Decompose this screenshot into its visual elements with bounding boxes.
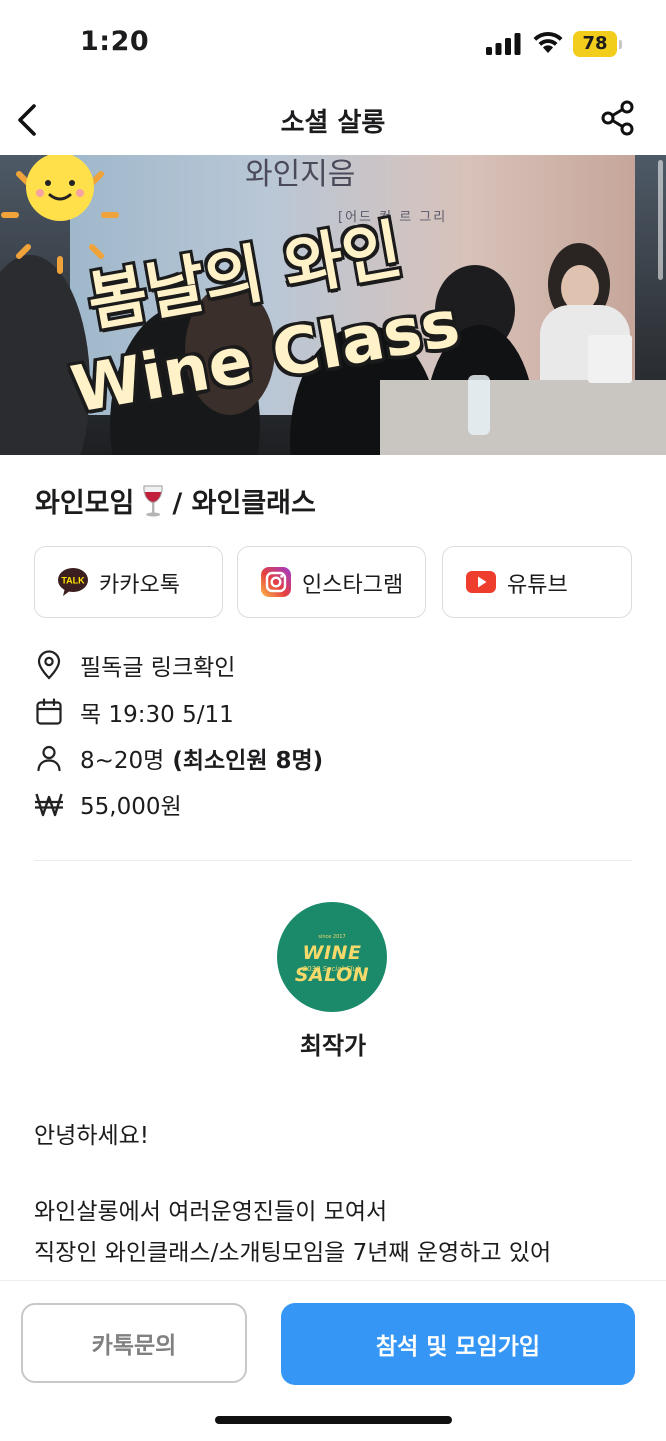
datetime-row: 목 19:30 5/11 — [34, 692, 234, 732]
instagram-icon — [261, 567, 291, 597]
youtube-button[interactable]: 유튜브 — [442, 546, 632, 618]
host-name[interactable]: 최작가 — [0, 1026, 666, 1061]
group-title-text: 와인모임 — [35, 488, 135, 519]
kakaotalk-icon: TALK — [58, 568, 88, 596]
share-icon[interactable] — [598, 98, 638, 138]
wine-glass-icon — [143, 485, 163, 516]
join-button[interactable]: 참석 및 모임가입 — [281, 1303, 635, 1385]
location-pin-icon — [37, 650, 61, 680]
host-avatar[interactable]: since 2017 WINE SALON 2030 Social Club — [277, 902, 387, 1012]
scroll-indicator — [658, 160, 663, 280]
capacity-note: (최소인원 8명) — [172, 748, 324, 774]
calendar-icon — [36, 698, 62, 725]
screen-text: 와인지음 — [245, 157, 356, 192]
kakao-inquiry-button[interactable]: 카톡문의 — [21, 1303, 247, 1383]
group-title-suffix: / 와인클래스 — [172, 488, 316, 519]
battery-cap — [619, 40, 622, 49]
youtube-label: 유튜브 — [507, 573, 568, 598]
battery-icon: 78 — [573, 31, 623, 57]
location-row: 필독글 링크확인 — [34, 645, 235, 685]
water-bottle — [468, 375, 490, 435]
kakaotalk-button[interactable]: TALK 카카오톡 — [34, 546, 223, 618]
price-text: 55,000원 — [80, 794, 182, 820]
table — [380, 380, 666, 455]
description-line: 와인살롱에서 여러운영진들이 모여서 — [34, 1199, 388, 1225]
youtube-icon — [466, 571, 496, 593]
signal-icon — [486, 33, 521, 55]
kakaotalk-label: 카카오톡 — [99, 573, 180, 598]
datetime-text: 목 19:30 5/11 — [80, 702, 234, 728]
hero-image[interactable]: 와인지음 [어드 컨 르 그리 봄날의 와인 Wine Class — [0, 155, 666, 455]
group-title: 와인모임 / 와인클래스 — [35, 481, 316, 520]
svg-text:TALK: TALK — [61, 576, 85, 586]
instagram-label: 인스타그램 — [302, 573, 404, 598]
status-bar: 1:20 78 — [0, 0, 666, 90]
won-icon — [35, 793, 63, 817]
person-icon — [37, 745, 61, 772]
host-logo-text: WINE SALON — [294, 942, 370, 986]
wifi-icon — [533, 31, 563, 53]
home-indicator[interactable] — [215, 1416, 452, 1424]
top-nav: 소셜 살롱 — [0, 90, 666, 154]
capacity-text: 8~20명 — [80, 748, 165, 774]
laptop — [588, 335, 632, 383]
social-links: TALK 카카오톡 인스타그램 유튜브 — [34, 546, 632, 618]
description-line: 안녕하세요! — [34, 1123, 150, 1149]
divider — [34, 860, 632, 861]
capacity-row: 8~20명 (최소인원 8명) — [34, 738, 323, 778]
status-time: 1:20 — [80, 26, 150, 57]
battery-level: 78 — [582, 33, 608, 54]
price-row: 55,000원 — [34, 784, 182, 824]
page-title: 소셜 살롱 — [280, 108, 386, 138]
instagram-button[interactable]: 인스타그램 — [237, 546, 426, 618]
location-text: 필독글 링크확인 — [80, 655, 236, 681]
host-logo-tagline: since 2017 — [318, 934, 346, 940]
description-line: 직장인 와인클래스/소개팅모임을 7년째 운영하고 있어 — [34, 1240, 552, 1266]
host-logo-subtext: 2030 Social Club — [302, 965, 362, 973]
